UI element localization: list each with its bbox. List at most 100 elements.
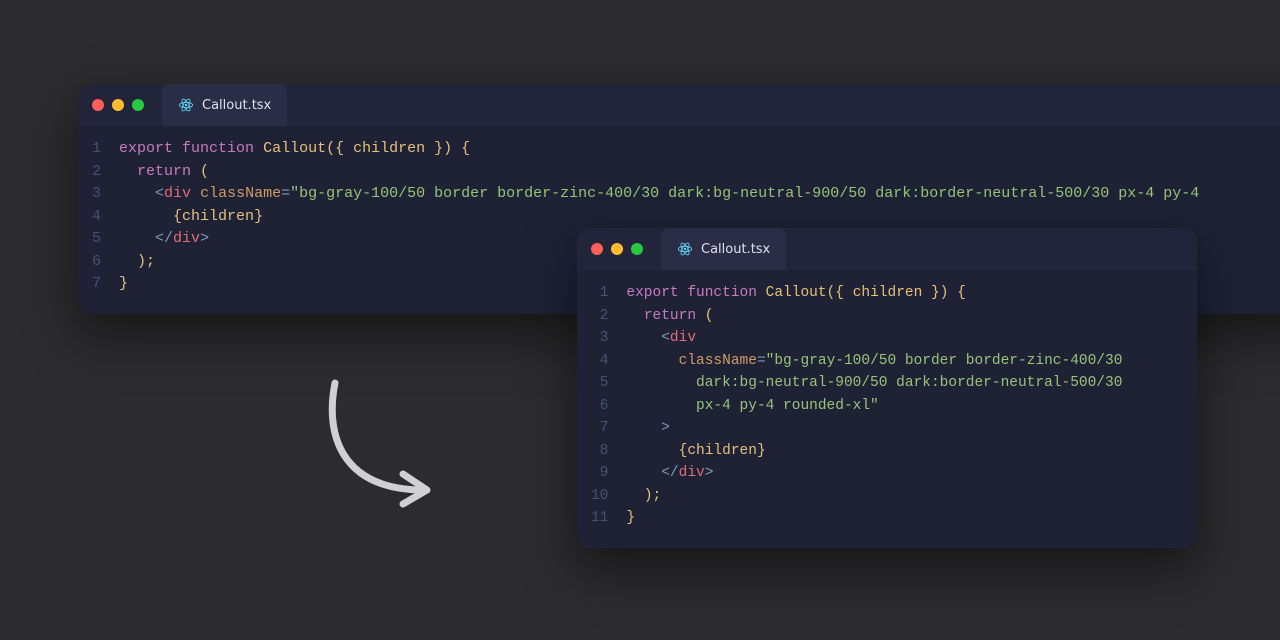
punct: ) [443,140,452,157]
line-number: 3 [591,327,608,350]
line-number: 5 [92,228,101,251]
keyword: export [119,140,173,157]
code-line: className="bg-gray-100/50 border border-… [626,350,1122,373]
keyword: return [644,308,696,324]
titlebar: Callout.tsx [577,228,1197,270]
line-number: 11 [591,507,608,530]
tab-callout[interactable]: Callout.tsx [661,228,786,270]
tag-name: div [670,330,696,346]
close-icon[interactable] [92,99,104,111]
brace: } [922,285,939,301]
line-number: 9 [591,462,608,485]
brace: { [173,208,182,225]
string: px-4 py-4 rounded-xl" [696,398,879,414]
line-number: 7 [92,273,101,296]
keyword: function [687,285,757,301]
param: children [853,285,923,301]
window-controls [591,243,643,255]
punct: ); [644,488,661,504]
close-icon[interactable] [591,243,603,255]
code-line: </div> [626,462,1122,485]
string: dark:bg-neutral-900/50 dark:border-neutr… [696,375,1122,391]
tag-bracket: < [155,185,164,202]
punct: ( [696,308,713,324]
tab-filename: Callout.tsx [202,98,271,113]
string: "bg-gray-100/50 border border-zinc-400/3… [766,353,1123,369]
maximize-icon[interactable] [132,99,144,111]
code-line: px-4 py-4 rounded-xl" [626,395,1122,418]
punct: = [281,185,290,202]
brace: } [254,208,263,225]
tag-bracket: </ [661,465,678,481]
line-number: 2 [92,161,101,184]
space [191,185,200,202]
punct: ); [137,253,155,270]
brace: } [425,140,443,157]
minimize-icon[interactable] [611,243,623,255]
brace: { [948,285,965,301]
punct: = [757,353,766,369]
line-number: 2 [591,305,608,328]
brace: { [835,285,852,301]
line-number: 7 [591,417,608,440]
brace: } [757,443,766,459]
brace: } [119,275,128,292]
param: children [353,140,425,157]
code-area: 1 2 3 4 5 6 7 8 9 10 11 export function … [577,270,1197,548]
line-number: 6 [92,251,101,274]
line-gutter: 1 2 3 4 5 6 7 8 9 10 11 [577,282,626,530]
code-line: return ( [626,305,1122,328]
code-line: <div className="bg-gray-100/50 border bo… [119,183,1199,206]
attr-name: className [679,353,757,369]
code-line: return ( [119,161,1199,184]
tag-name: div [164,185,191,202]
line-number: 4 [92,206,101,229]
arrow-icon [305,378,455,518]
tag-bracket: > [200,230,209,247]
line-number: 3 [92,183,101,206]
code-content[interactable]: export function Callout({ children }) { … [626,282,1142,530]
code-line: {children} [626,440,1122,463]
line-number: 1 [591,282,608,305]
keyword: export [626,285,678,301]
punct: ( [326,140,335,157]
line-number: 10 [591,485,608,508]
identifier: children [182,208,254,225]
code-line: export function Callout({ children }) { [626,282,1122,305]
tag-bracket: </ [155,230,173,247]
code-line: <div [626,327,1122,350]
line-number: 5 [591,372,608,395]
window-controls [92,99,144,111]
function-name: Callout [766,285,827,301]
line-number: 6 [591,395,608,418]
keyword: function [182,140,254,157]
identifier: children [687,443,757,459]
punct: ( [827,285,836,301]
tab-callout[interactable]: Callout.tsx [162,84,287,126]
line-number: 4 [591,350,608,373]
brace: { [335,140,353,157]
code-line: dark:bg-neutral-900/50 dark:border-neutr… [626,372,1122,395]
react-icon [677,241,693,257]
tag-name: div [173,230,200,247]
tag-name: div [679,465,705,481]
titlebar: Callout.tsx [78,84,1280,126]
tab-filename: Callout.tsx [701,242,770,257]
line-number: 1 [92,138,101,161]
code-line: {children} [119,206,1199,229]
attr-name: className [200,185,281,202]
code-line: ); [626,485,1122,508]
line-number: 8 [591,440,608,463]
react-icon [178,97,194,113]
brace: } [626,510,635,526]
code-line: } [626,507,1122,530]
tag-bracket: > [661,420,670,436]
brace: { [452,140,470,157]
code-line: export function Callout({ children }) { [119,138,1199,161]
tag-bracket: > [705,465,714,481]
line-gutter: 1 2 3 4 5 6 7 [78,138,119,296]
maximize-icon[interactable] [631,243,643,255]
minimize-icon[interactable] [112,99,124,111]
editor-window-after: Callout.tsx 1 2 3 4 5 6 7 8 9 10 11 expo… [577,228,1197,548]
punct: ( [191,163,209,180]
